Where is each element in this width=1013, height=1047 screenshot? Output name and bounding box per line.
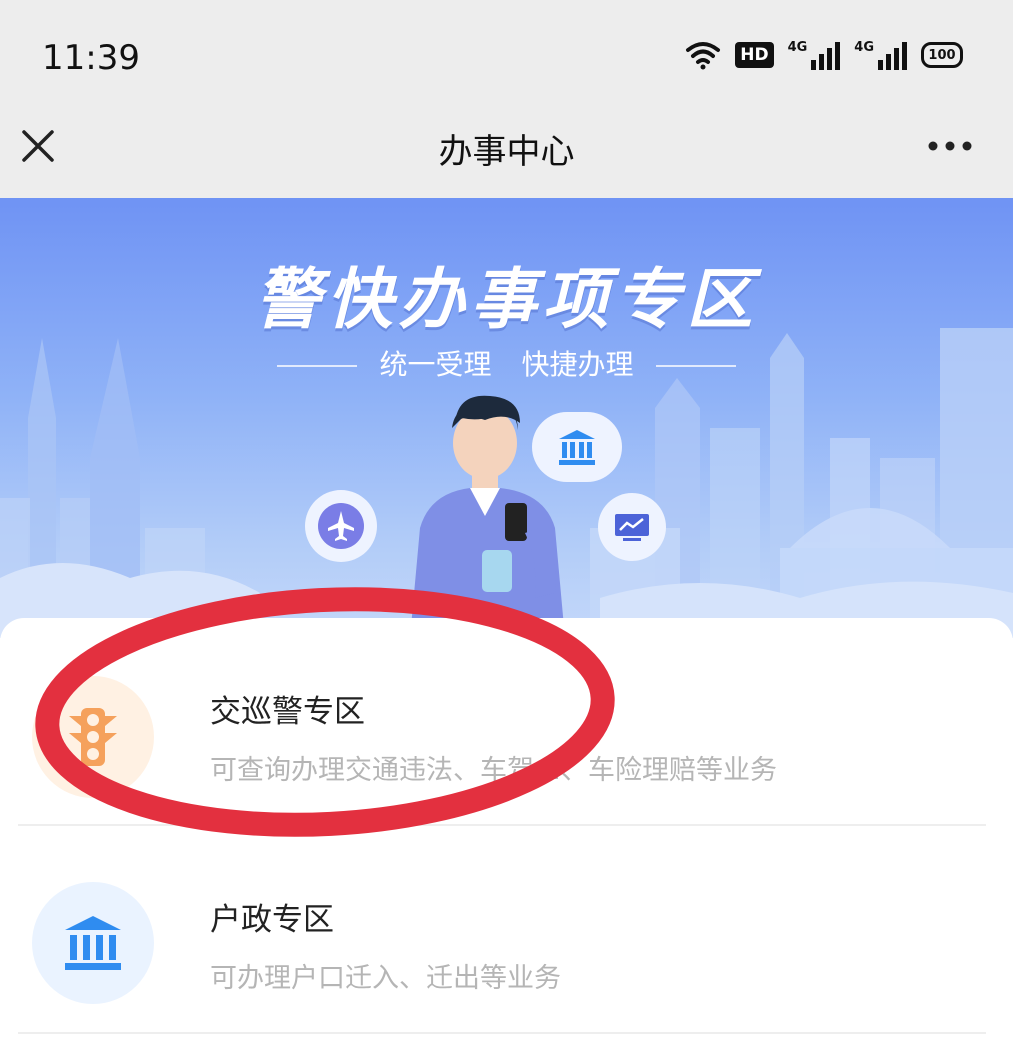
divider	[18, 1032, 986, 1034]
banner-title: 警快办事项专区	[254, 261, 759, 338]
divider	[277, 365, 358, 367]
battery-level: 100	[928, 47, 956, 63]
service-icon-wrap	[32, 882, 154, 1004]
signal-icon: 4G	[788, 40, 841, 70]
more-icon[interactable]	[927, 140, 973, 152]
hd-voice-icon: HD	[735, 42, 774, 68]
service-title: 户政专区	[210, 902, 334, 938]
battery-icon: 100	[921, 42, 963, 68]
service-list: 交巡警专区 可查询办理交通违法、车驾…、车险理赔等业务 户政专区 可办理户口迁入…	[0, 618, 1013, 1047]
banner-subtitle-right: 快捷办理	[521, 348, 634, 381]
page-title: 办事中心	[438, 132, 575, 172]
status-time: 11:39	[42, 38, 140, 78]
airplane-bubble	[305, 490, 377, 562]
status-bar: 11:39 HD 4G 4G 100	[0, 0, 1013, 110]
divider	[655, 365, 736, 367]
status-icons: HD 4G 4G 100	[685, 40, 963, 70]
wifi-icon	[686, 42, 721, 70]
signal-icon: 4G	[854, 40, 907, 70]
banner: 警快办事项专区 统一受理 快捷办理	[0, 198, 1013, 638]
network-type-label: 4G	[787, 40, 808, 55]
service-description: 可查询办理交通违法、车驾…、车险理赔等业务	[210, 755, 777, 786]
service-item-household[interactable]: 户政专区 可办理户口迁入、迁出等业务	[0, 826, 1013, 1032]
nav-bar: 办事中心	[0, 110, 1013, 198]
service-item-traffic-police[interactable]: 交巡警专区 可查询办理交通违法、车驾…、车险理赔等业务	[0, 618, 1013, 824]
service-icon-wrap	[32, 676, 154, 798]
bank-bubble	[532, 412, 622, 482]
airplane-icon	[318, 503, 364, 549]
traffic-light-icon	[69, 708, 117, 766]
chart-bubble	[598, 493, 666, 561]
banner-subtitle-left: 统一受理	[379, 348, 492, 381]
bank-icon	[559, 430, 595, 465]
banner-subtitle: 统一受理 快捷办理	[0, 343, 1013, 383]
service-description: 可办理户口迁入、迁出等业务	[210, 963, 561, 994]
bank-icon	[65, 916, 121, 970]
chart-icon	[615, 514, 649, 541]
network-type-label: 4G	[854, 40, 874, 55]
service-title: 交巡警专区	[210, 694, 365, 730]
